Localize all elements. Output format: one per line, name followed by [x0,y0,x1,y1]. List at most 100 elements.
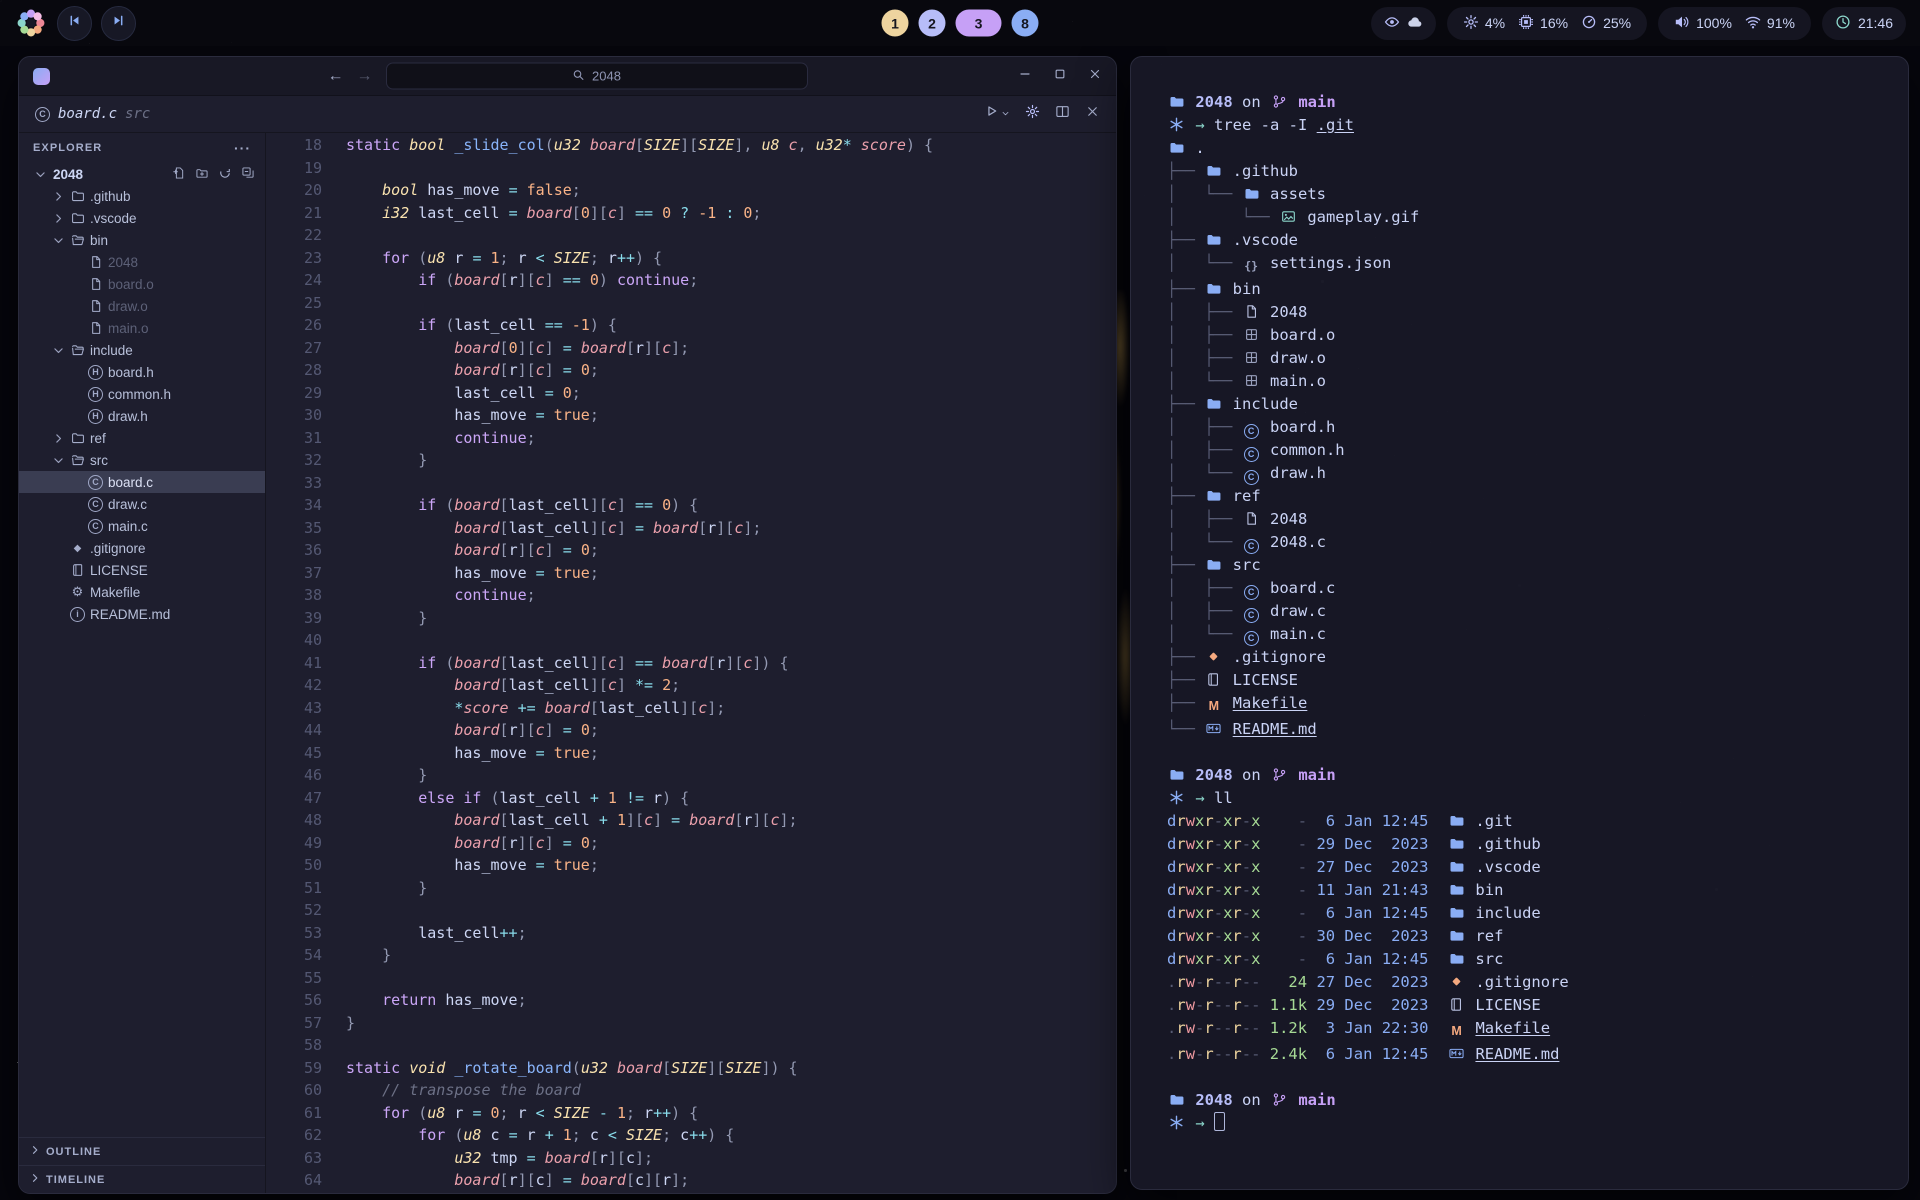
new-folder-button[interactable] [195,166,209,183]
explorer-item-ref[interactable]: ref [19,427,265,449]
nav-back-button[interactable]: ← [328,68,344,84]
system-stats-island[interactable]: 4% 16% 25% [1447,7,1647,40]
minimize-button[interactable] [1018,67,1032,86]
explorer-item-main.c[interactable]: Cmain.c [19,515,265,537]
code-line-60: 60 // transpose the board [266,1079,1116,1102]
new-file-button[interactable] [172,166,186,183]
split-icon [1055,104,1070,119]
cpu-value: 4% [1485,15,1505,31]
terminal-line: ├── LICENSE [1167,669,1872,692]
terminal-cursor [1214,1112,1225,1131]
explorer-item-board.c[interactable]: Cboard.c [19,471,265,493]
code-line-59: 59static void _rotate_board(u32 board[SI… [266,1057,1116,1080]
explorer-item-main.o[interactable]: main.o [19,317,265,339]
explorer-item-.vscode[interactable]: .vscode [19,207,265,229]
folder-fill-icon [1449,928,1464,943]
maximize-button[interactable] [1053,67,1067,86]
collapse-folders-button[interactable] [241,166,255,183]
code-line-52: 52 [266,899,1116,922]
split-editor-button[interactable] [1055,104,1070,124]
code-line-22: 22 [266,224,1116,247]
explorer-item-LICENSE[interactable]: LICENSE [19,559,265,581]
explorer-item-README.md[interactable]: iREADME.md [19,603,265,625]
tab-filename[interactable]: board.c [58,106,117,122]
terminal-line: │ └── C 2048.c [1167,531,1872,554]
nav-forward-button[interactable]: → [357,68,373,84]
explorer-item-.github[interactable]: .github [19,185,265,207]
workspace-2[interactable]: 2 [919,10,946,37]
settings-gear-button[interactable] [1025,104,1040,124]
chev-down-icon [52,454,65,467]
code-editor[interactable]: 18static bool _slide_col(u32 board[SIZE]… [266,133,1116,1193]
close-editor-button[interactable] [1085,104,1100,124]
objfile-icon [1244,373,1259,388]
terminal-line: drwxr-xr-x - 6 Jan 12:45 src [1167,948,1872,971]
media-prev-button[interactable] [57,6,92,41]
explorer-item-draw.o[interactable]: draw.o [19,295,265,317]
workspace-8[interactable]: 8 [1012,10,1039,37]
terminal-window[interactable]: 2048 on main → tree -a -I .git .├── .git… [1130,56,1909,1190]
wifi-value: 91% [1767,15,1795,31]
file-type-icon: C [86,497,105,512]
tab-directory[interactable]: src [125,106,150,122]
close-window-button[interactable] [1088,67,1102,86]
terminal-line: drwxr-xr-x - 30 Dec 2023 ref [1167,925,1872,948]
md-icon [1206,721,1221,736]
editor-search-box[interactable]: 2048 [386,63,808,90]
workspace-3[interactable]: 3 [956,10,1002,37]
explorer-item-2048[interactable]: 2048 [19,251,265,273]
explorer-item-Makefile[interactable]: ⚙Makefile [19,581,265,603]
terminal-line: drwxr-xr-x - 11 Jan 21:43 bin [1167,879,1872,902]
run-file-button[interactable] [985,104,1010,124]
explorer-item-2048[interactable]: 2048 [19,163,265,185]
outline-panel[interactable]: OUTLINE [19,1137,265,1165]
minimize-icon [1018,67,1032,81]
timeline-panel[interactable]: TIMELINE [19,1165,265,1193]
terminal-line: │ └── {} settings.json [1167,252,1872,278]
clock-island[interactable]: 21:46 [1822,7,1906,40]
run-dropdown-icon [1001,105,1010,123]
explorer-item-include[interactable]: include [19,339,265,361]
volume-network-island[interactable]: 100% 91% [1658,7,1811,40]
file-type-icon [86,255,105,269]
explorer-item-common.h[interactable]: Hcommon.h [19,383,265,405]
chev-down-icon [52,234,65,247]
media-next-button[interactable] [101,6,136,41]
file-type-icon: C [86,475,105,490]
code-line-28: 28 board[r][c] = 0; [266,359,1116,382]
branch-icon [1272,767,1287,782]
eye-icon[interactable] [1384,14,1400,33]
explorer-more-button[interactable]: ··· [234,140,251,156]
line-number: 46 [266,764,346,787]
file-label: .gitignore [90,541,146,556]
line-number: 51 [266,877,346,900]
explorer-item-draw.c[interactable]: Cdraw.c [19,493,265,515]
line-number: 26 [266,314,346,337]
file-type-icon: H [86,387,105,402]
explorer-item-bin[interactable]: bin [19,229,265,251]
chevron-right-icon [29,1172,41,1187]
file-label: main.c [108,519,148,534]
disk-stat: 25% [1581,14,1631,33]
speaker-icon [1674,14,1690,33]
system-menu-button[interactable] [14,6,48,40]
visibility-weather-island[interactable] [1371,7,1436,40]
explorer-item-draw.h[interactable]: Hdraw.h [19,405,265,427]
explorer-item-board.o[interactable]: board.o [19,273,265,295]
explorer-item-src[interactable]: src [19,449,265,471]
chev-down-icon [34,168,47,181]
line-number: 39 [266,607,346,630]
clang-icon: C [1244,470,1259,485]
file-label: board.c [108,475,153,490]
refresh-explorer-button[interactable] [218,166,232,183]
chev-right-icon [52,190,65,203]
wifi-icon [1745,14,1761,33]
explorer-item-board.h[interactable]: Hboard.h [19,361,265,383]
window-controls [1018,67,1102,86]
workspace-1[interactable]: 1 [882,10,909,37]
explorer-item-.gitignore[interactable]: ◆.gitignore [19,537,265,559]
code-line-64: 64 board[r][c] = board[c][r]; [266,1169,1116,1192]
code-line-44: 44 board[r][c] = 0; [266,719,1116,742]
line-number: 60 [266,1079,346,1102]
file-icon [89,299,103,313]
